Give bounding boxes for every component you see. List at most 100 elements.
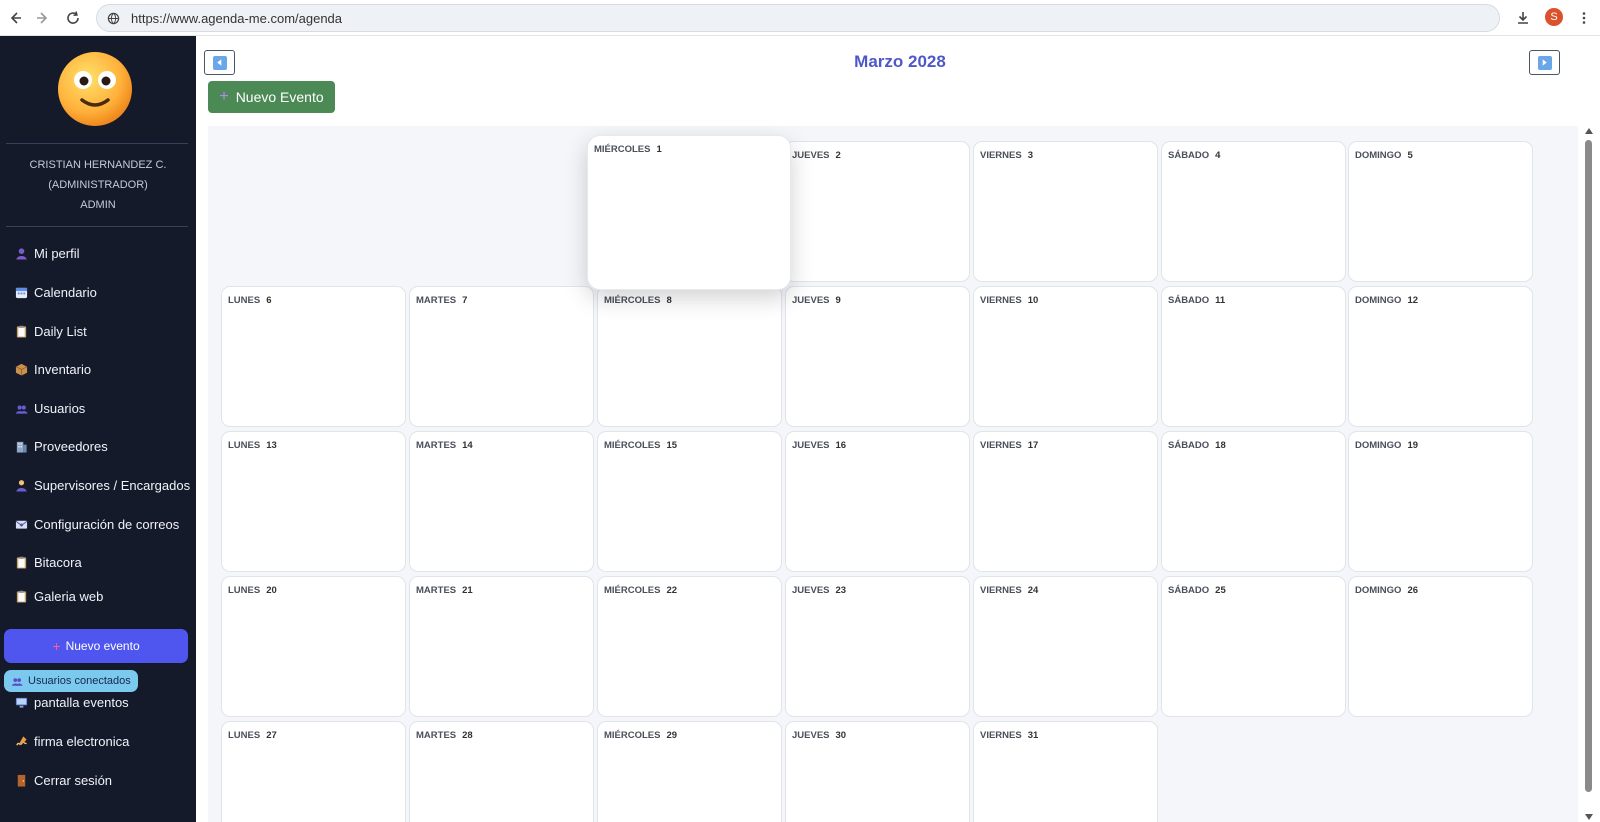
day-label: DOMINGO 19	[1355, 440, 1418, 451]
sidebar-item-configuracion-correos[interactable]: Configuración de correos	[14, 513, 179, 535]
sidebar-item-bitacora[interactable]: Bitacora	[14, 551, 82, 573]
day-cell[interactable]: MARTES 7	[409, 286, 594, 427]
day-number: 6	[266, 295, 272, 306]
day-cell[interactable]: JUEVES 9	[785, 286, 970, 427]
day-number: 22	[666, 585, 678, 596]
day-number: 11	[1215, 295, 1226, 306]
sidebar-item-calendario[interactable]: Calendario	[14, 281, 97, 303]
sidebar-item-label: Bitacora	[34, 554, 82, 570]
day-cell[interactable]: LUNES 27	[221, 721, 406, 822]
day-cell[interactable]: VIERNES 10	[973, 286, 1158, 427]
download-icon[interactable]	[1511, 6, 1535, 30]
day-cell[interactable]: VIERNES 31	[973, 721, 1158, 822]
day-name: JUEVES	[792, 150, 830, 161]
sidebar-item-mi-perfil[interactable]: Mi perfil	[14, 242, 80, 264]
signature-icon	[14, 734, 28, 748]
day-cell[interactable]: LUNES 6	[221, 286, 406, 427]
scroll-up-arrow-icon[interactable]	[1585, 128, 1593, 134]
sidebar-item-label: Cerrar sesión	[34, 772, 113, 788]
sidebar-item-cerrar-sesion[interactable]: Cerrar sesión	[14, 769, 112, 791]
day-number: 30	[835, 730, 847, 741]
day-cell[interactable]: LUNES 13	[221, 431, 406, 572]
profile-avatar[interactable]: S	[1545, 8, 1563, 26]
day-name: LUNES	[228, 730, 261, 741]
more-menu-icon[interactable]	[1572, 6, 1596, 30]
day-number: 21	[462, 585, 473, 596]
day-cell[interactable]: VIERNES 17	[973, 431, 1158, 572]
day-label: VIERNES 3	[980, 150, 1033, 161]
day-cell[interactable]: MARTES 28	[409, 721, 594, 822]
day-cell[interactable]: MIÉRCOLES 1	[587, 135, 791, 290]
back-arrow-icon[interactable]	[3, 6, 27, 30]
day-cell[interactable]: JUEVES 23	[785, 576, 970, 717]
sidebar-item-supervisores[interactable]: Supervisores / Encargados	[14, 474, 190, 496]
sidebar-item-label: Supervisores / Encargados	[34, 477, 191, 493]
day-cell[interactable]: DOMINGO 5	[1348, 141, 1533, 282]
calendar-grid: MIÉRCOLES 1 JUEVES 2 VIERNES 3 SÁBADO 4 DOMINGO 5…	[208, 126, 1578, 822]
sidebar-item-galeria-web[interactable]: Galeria web	[14, 585, 103, 607]
day-cell[interactable]: MARTES 21	[409, 576, 594, 717]
day-cell[interactable]: VIERNES 24	[973, 576, 1158, 717]
new-event-button[interactable]: + Nuevo Evento	[208, 81, 335, 113]
day-name: JUEVES	[792, 585, 830, 596]
day-label: JUEVES 23	[792, 585, 846, 596]
day-cell[interactable]: MIÉRCOLES 8	[597, 286, 782, 427]
day-cell[interactable]: SÁBADO 25	[1161, 576, 1346, 717]
day-cell[interactable]: VIERNES 3	[973, 141, 1158, 282]
day-cell[interactable]: MIÉRCOLES 15	[597, 431, 782, 572]
scrollbar[interactable]	[1582, 126, 1596, 822]
sidebar-item-usuarios[interactable]: Usuarios	[14, 397, 85, 419]
building-icon	[14, 439, 28, 453]
day-name: SÁBADO	[1168, 440, 1210, 451]
day-number: 24	[1027, 585, 1039, 596]
triangle-right-icon	[1537, 55, 1552, 70]
day-number: 1	[656, 144, 662, 155]
day-cell[interactable]: JUEVES 16	[785, 431, 970, 572]
day-label: JUEVES 2	[792, 150, 841, 161]
day-label: LUNES 13	[228, 440, 277, 451]
new-event-sidebar-button[interactable]: + Nuevo evento	[4, 629, 188, 663]
sidebar-item-inventario[interactable]: Inventario	[14, 358, 91, 380]
day-number: 25	[1215, 585, 1226, 596]
day-cell[interactable]: JUEVES 30	[785, 721, 970, 822]
day-name: MARTES	[416, 585, 457, 596]
day-cell[interactable]: SÁBADO 4	[1161, 141, 1346, 282]
day-number: 14	[462, 440, 473, 451]
day-cell[interactable]: JUEVES 2	[785, 141, 970, 282]
day-label: SÁBADO 25	[1168, 585, 1226, 596]
user-login: ADMIN	[80, 199, 116, 211]
day-cell[interactable]: MARTES 14	[409, 431, 594, 572]
package-icon	[14, 362, 28, 376]
clipboard-icon	[14, 555, 28, 569]
day-name: SÁBADO	[1168, 295, 1210, 306]
day-label: JUEVES 30	[792, 730, 846, 741]
day-label: JUEVES 16	[792, 440, 846, 451]
sidebar-item-pantalla-eventos[interactable]: pantalla eventos	[14, 691, 129, 713]
address-bar[interactable]: https://www.agenda-me.com/agenda	[96, 4, 1500, 32]
day-cell[interactable]: SÁBADO 11	[1161, 286, 1346, 427]
day-label: MARTES 28	[416, 730, 473, 741]
connected-users-button[interactable]: Usuarios conectados	[4, 670, 138, 692]
scroll-thumb[interactable]	[1585, 140, 1592, 792]
day-cell[interactable]: SÁBADO 18	[1161, 431, 1346, 572]
day-name: MARTES	[416, 730, 457, 741]
day-cell[interactable]: DOMINGO 19	[1348, 431, 1533, 572]
day-cell[interactable]: MIÉRCOLES 29	[597, 721, 782, 822]
day-label: SÁBADO 18	[1168, 440, 1226, 451]
day-cell[interactable]: DOMINGO 12	[1348, 286, 1533, 427]
day-cell[interactable]: DOMINGO 26	[1348, 576, 1533, 717]
reload-icon[interactable]	[61, 6, 85, 30]
site-info-icon[interactable]	[105, 10, 121, 26]
users-icon	[14, 401, 28, 415]
sidebar-item-proveedores[interactable]: Proveedores	[14, 435, 108, 457]
day-cell[interactable]: MIÉRCOLES 22	[597, 576, 782, 717]
monitor-icon	[14, 695, 28, 709]
sidebar-item-label: Configuración de correos	[34, 516, 180, 532]
sidebar-item-firma-electronica[interactable]: firma electronica	[14, 730, 129, 752]
next-month-button[interactable]	[1529, 50, 1560, 75]
day-number: 31	[1027, 730, 1039, 741]
sidebar-item-daily-list[interactable]: Daily List	[14, 320, 87, 342]
day-cell[interactable]: LUNES 20	[221, 576, 406, 717]
scroll-down-arrow-icon[interactable]	[1585, 814, 1593, 820]
forward-arrow-icon[interactable]	[31, 6, 55, 30]
